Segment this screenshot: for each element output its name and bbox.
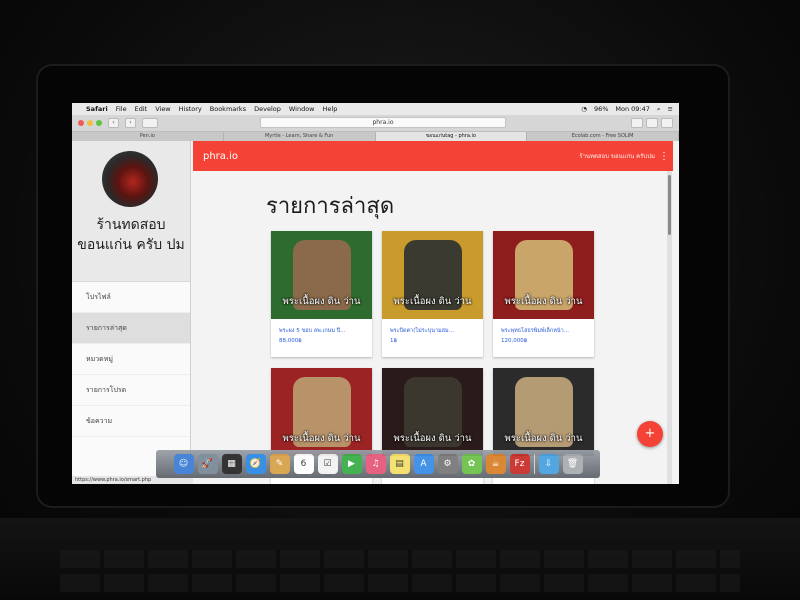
trash-icon[interactable]: 🗑: [562, 454, 583, 474]
menu-edit[interactable]: Edit: [135, 105, 148, 113]
system-preferences-icon[interactable]: ⚙: [437, 454, 458, 474]
menu-file[interactable]: File: [116, 105, 127, 113]
product-card[interactable]: พระเนื้อผง ดิน ว่านพระผง 5 ขอบ ลพ.เกษม ป…: [271, 231, 372, 357]
product-image[interactable]: พระเนื้อผง ดิน ว่าน: [493, 231, 594, 319]
close-window-icon[interactable]: [78, 120, 84, 126]
browser-tab[interactable]: Myrtle - Learn, Share & Fun: [224, 132, 376, 141]
laptop-screen: Safari File Edit View History Bookmarks …: [72, 103, 679, 484]
share-button[interactable]: [646, 118, 658, 128]
facetime-icon[interactable]: ▶: [341, 454, 362, 474]
product-image-caption: พระเนื้อผง ดิน ว่าน: [282, 433, 361, 444]
shop-avatar[interactable]: [102, 151, 158, 207]
browser-tab-active[interactable]: ขอนแก่นtag - phra.io: [375, 132, 528, 141]
keyboard-row: [60, 550, 740, 568]
calendar-icon[interactable]: 6: [293, 454, 314, 474]
browser-tab[interactable]: Pen.io: [72, 132, 224, 141]
page-scrollbar[interactable]: [667, 171, 672, 484]
macos-dock: ☺ 🚀 ▦ 🧭 ✎ 6 ☑ ▶ ♫ ▤ A ⚙ ✿ ☕ Fz ⇩ 🗑: [156, 450, 600, 478]
itunes-icon[interactable]: ♫: [365, 454, 386, 474]
scrollbar-thumb[interactable]: [668, 175, 671, 235]
safari-icon[interactable]: 🧭: [245, 454, 266, 474]
shop-name: ร้านทดสอบ ขอนแก่น ครับ ปม: [77, 217, 185, 253]
add-fab-button[interactable]: +: [637, 421, 663, 447]
product-price: 1฿: [390, 338, 397, 344]
menu-bookmarks[interactable]: Bookmarks: [210, 105, 246, 113]
toolbar-buttons: [631, 118, 673, 128]
drawer-item-favorites[interactable]: รายการโปรด: [72, 375, 190, 406]
main-content: รายการล่าสุด พระเนื้อผง ดิน ว่านพระผง 5 …: [193, 171, 673, 484]
drawer-item-profile[interactable]: โปรไฟล์: [72, 282, 190, 313]
product-title[interactable]: พระปิดตา(ไม่ระบุนามสม...: [382, 319, 483, 335]
page-title: รายการล่าสุด: [266, 194, 395, 219]
espresso-icon[interactable]: ☕: [485, 454, 506, 474]
app-menu[interactable]: Safari: [86, 105, 108, 113]
notes-icon[interactable]: ✎: [269, 454, 290, 474]
app-bar: phra.io ร้านทดสอบ ขอนแก่น ครับปม ⋮: [193, 141, 673, 171]
keyboard-row: [60, 574, 740, 592]
product-image-caption: พระเนื้อผง ดิน ว่าน: [282, 296, 361, 307]
clock[interactable]: Mon 09:47: [615, 105, 650, 113]
wifi-icon[interactable]: ◔: [581, 105, 587, 113]
product-image-caption: พระเนื้อผง ดิน ว่าน: [504, 433, 583, 444]
address-bar[interactable]: phra.io: [260, 117, 506, 128]
dock-separator: [533, 454, 535, 474]
product-grid: พระเนื้อผง ดิน ว่านพระผง 5 ขอบ ลพ.เกษม ป…: [271, 231, 594, 484]
product-title[interactable]: พระผง 5 ขอบ ลพ.เกษม ปี...: [271, 319, 372, 335]
downloads-icon[interactable]: ⇩: [538, 454, 559, 474]
drawer-item-categories[interactable]: หมวดหมู่: [72, 344, 190, 375]
menu-help[interactable]: Help: [323, 105, 338, 113]
minimize-window-icon[interactable]: [87, 120, 93, 126]
drawer-item-latest[interactable]: รายการล่าสุด: [72, 313, 190, 344]
sidebar-toggle-button[interactable]: [142, 118, 158, 128]
launchpad-icon[interactable]: 🚀: [197, 454, 218, 474]
finder-icon[interactable]: ☺: [173, 454, 194, 474]
forward-button[interactable]: ›: [125, 118, 136, 128]
browser-tab[interactable]: Ecolab.com - Free SOLIM: [527, 132, 679, 141]
back-button[interactable]: ‹: [108, 118, 119, 128]
browser-tab-bar: Pen.io Myrtle - Learn, Share & Fun ขอนแก…: [72, 132, 679, 141]
menu-develop[interactable]: Develop: [254, 105, 281, 113]
product-image[interactable]: พระเนื้อผง ดิน ว่าน: [271, 368, 372, 456]
coda-icon[interactable]: ✿: [461, 454, 482, 474]
reminders-icon[interactable]: ☑: [317, 454, 338, 474]
product-image-caption: พระเนื้อผง ดิน ว่าน: [393, 433, 472, 444]
search-icon[interactable]: ⌕: [657, 105, 661, 114]
battery-percent[interactable]: 96%: [594, 105, 608, 113]
mission-control-icon[interactable]: ▦: [221, 454, 242, 474]
window-controls: [78, 120, 102, 126]
menubar-status-area: ◔ 96% Mon 09:47 ⌕ ≡: [581, 105, 673, 114]
product-image-caption: พระเนื้อผง ดิน ว่าน: [504, 296, 583, 307]
menu-view[interactable]: View: [155, 105, 170, 113]
product-image[interactable]: พระเนื้อผง ดิน ว่าน: [382, 231, 483, 319]
product-title[interactable]: พระพุทธโสธรพิมพ์เล็กหน้า...: [493, 319, 594, 335]
more-vert-icon[interactable]: ⋮: [655, 151, 673, 162]
product-image[interactable]: พระเนื้อผง ดิน ว่าน: [382, 368, 483, 456]
tabs-overview-button[interactable]: [661, 118, 673, 128]
menu-window[interactable]: Window: [289, 105, 315, 113]
product-card[interactable]: พระเนื้อผง ดิน ว่านพระพุทธโสธรพิมพ์เล็กห…: [493, 231, 594, 357]
product-card[interactable]: พระเนื้อผง ดิน ว่านพระปิดตา(ไม่ระบุนามสม…: [382, 231, 483, 357]
menu-list-icon[interactable]: ≡: [668, 105, 673, 113]
product-image-caption: พระเนื้อผง ดิน ว่าน: [393, 296, 472, 307]
product-image[interactable]: พระเนื้อผง ดิน ว่าน: [271, 231, 372, 319]
drawer-header: ร้านทดสอบ ขอนแก่น ครับ ปม: [72, 141, 190, 282]
product-image[interactable]: พระเนื้อผง ดิน ว่าน: [493, 368, 594, 456]
product-price: 120,000฿: [501, 338, 528, 344]
nav-drawer: ร้านทดสอบ ขอนแก่น ครับ ปม โปรไฟล์ รายการ…: [72, 141, 193, 484]
product-price: 88,000฿: [279, 338, 302, 344]
drawer-item-messages[interactable]: ข้อความ: [72, 406, 190, 437]
app-store-icon[interactable]: A: [413, 454, 434, 474]
filezilla-icon[interactable]: Fz: [509, 454, 530, 474]
shop-link[interactable]: ร้านทดสอบ ขอนแก่น ครับปม: [579, 151, 655, 161]
menu-history[interactable]: History: [179, 105, 202, 113]
web-viewport: ร้านทดสอบ ขอนแก่น ครับ ปม โปรไฟล์ รายการ…: [72, 141, 679, 484]
zoom-window-icon[interactable]: [96, 120, 102, 126]
brand-logo[interactable]: phra.io: [193, 151, 238, 162]
downloads-button[interactable]: [631, 118, 643, 128]
stickies-icon[interactable]: ▤: [389, 454, 410, 474]
laptop-keyboard: [0, 518, 800, 600]
macos-menubar: Safari File Edit View History Bookmarks …: [72, 103, 679, 115]
